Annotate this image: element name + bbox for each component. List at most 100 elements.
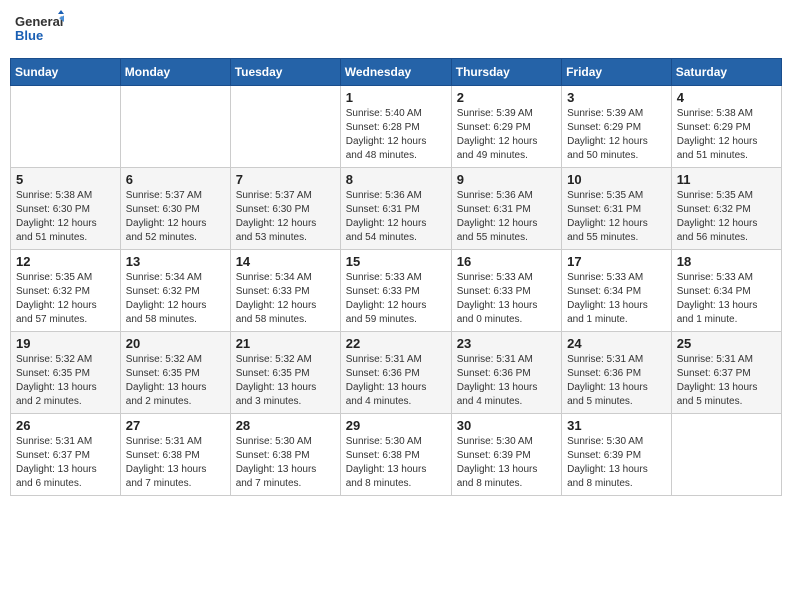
weekday-header: Thursday: [451, 59, 561, 86]
day-number: 21: [236, 336, 335, 351]
day-number: 1: [346, 90, 446, 105]
calendar-week-row: 26 Sunrise: 5:31 AMSunset: 6:37 PMDayligh…: [11, 414, 782, 496]
day-info: Sunrise: 5:40 AMSunset: 6:28 PMDaylight:…: [346, 107, 446, 163]
calendar-cell: 3 Sunrise: 5:39 AMSunset: 6:29 PMDaylight…: [562, 86, 672, 168]
calendar-cell: 9 Sunrise: 5:36 AMSunset: 6:31 PMDaylight…: [451, 168, 561, 250]
calendar-cell: 19 Sunrise: 5:32 AMSunset: 6:35 PMDayligh…: [11, 332, 121, 414]
day-info: Sunrise: 5:32 AMSunset: 6:35 PMDaylight:…: [126, 353, 225, 409]
calendar-cell: 18 Sunrise: 5:33 AMSunset: 6:34 PMDayligh…: [671, 250, 781, 332]
day-info: Sunrise: 5:31 AMSunset: 6:37 PMDaylight:…: [677, 353, 776, 409]
day-number: 5: [16, 172, 115, 187]
day-info: Sunrise: 5:31 AMSunset: 6:36 PMDaylight:…: [567, 353, 666, 409]
day-info: Sunrise: 5:34 AMSunset: 6:32 PMDaylight:…: [126, 271, 225, 327]
day-number: 28: [236, 418, 335, 433]
calendar-cell: 17Sunrise: 5:33 AMSunset: 6:34 PMDayligh…: [562, 250, 672, 332]
day-number: 24: [567, 336, 666, 351]
day-info: Sunrise: 5:33 AMSunset: 6:33 PMDaylight:…: [346, 271, 446, 327]
weekday-header: Sunday: [11, 59, 121, 86]
calendar-cell: 7 Sunrise: 5:37 AMSunset: 6:30 PMDaylight…: [230, 168, 340, 250]
day-number: 27: [126, 418, 225, 433]
day-info: Sunrise: 5:31 AMSunset: 6:38 PMDaylight:…: [126, 435, 225, 491]
calendar-cell: 25 Sunrise: 5:31 AMSunset: 6:37 PMDayligh…: [671, 332, 781, 414]
day-number: 20: [126, 336, 225, 351]
calendar-cell: 12Sunrise: 5:35 AMSunset: 6:32 PMDayligh…: [11, 250, 121, 332]
day-number: 16: [457, 254, 556, 269]
day-info: Sunrise: 5:32 AMSunset: 6:35 PMDaylight:…: [236, 353, 335, 409]
day-info: Sunrise: 5:30 AMSunset: 6:39 PMDaylight:…: [457, 435, 556, 491]
day-info: Sunrise: 5:37 AMSunset: 6:30 PMDaylight:…: [236, 189, 335, 245]
day-number: 7: [236, 172, 335, 187]
day-number: 8: [346, 172, 446, 187]
calendar-cell: 15 Sunrise: 5:33 AMSunset: 6:33 PMDayligh…: [340, 250, 451, 332]
day-info: Sunrise: 5:36 AMSunset: 6:31 PMDaylight:…: [346, 189, 446, 245]
day-number: 15: [346, 254, 446, 269]
day-info: Sunrise: 5:33 AMSunset: 6:34 PMDaylight:…: [677, 271, 776, 327]
day-info: Sunrise: 5:38 AMSunset: 6:30 PMDaylight:…: [16, 189, 115, 245]
day-info: Sunrise: 5:31 AMSunset: 6:36 PMDaylight:…: [346, 353, 446, 409]
day-info: Sunrise: 5:38 AMSunset: 6:29 PMDaylight:…: [677, 107, 776, 163]
day-number: 23: [457, 336, 556, 351]
day-number: 25: [677, 336, 776, 351]
calendar-cell: 4 Sunrise: 5:38 AMSunset: 6:29 PMDaylight…: [671, 86, 781, 168]
day-number: 13: [126, 254, 225, 269]
svg-text:Blue: Blue: [15, 28, 43, 43]
day-number: 22: [346, 336, 446, 351]
day-number: 11: [677, 172, 776, 187]
day-info: Sunrise: 5:31 AMSunset: 6:36 PMDaylight:…: [457, 353, 556, 409]
calendar-cell: 24 Sunrise: 5:31 AMSunset: 6:36 PMDayligh…: [562, 332, 672, 414]
calendar-cell: 26 Sunrise: 5:31 AMSunset: 6:37 PMDayligh…: [11, 414, 121, 496]
day-number: 10: [567, 172, 666, 187]
day-number: 4: [677, 90, 776, 105]
calendar-cell: [120, 86, 230, 168]
day-info: Sunrise: 5:35 AMSunset: 6:32 PMDaylight:…: [677, 189, 776, 245]
day-info: Sunrise: 5:31 AMSunset: 6:37 PMDaylight:…: [16, 435, 115, 491]
weekday-header: Tuesday: [230, 59, 340, 86]
day-info: Sunrise: 5:32 AMSunset: 6:35 PMDaylight:…: [16, 353, 115, 409]
day-number: 26: [16, 418, 115, 433]
calendar-table: SundayMondayTuesdayWednesdayThursdayFrid…: [10, 58, 782, 496]
day-number: 18: [677, 254, 776, 269]
calendar-cell: 20 Sunrise: 5:32 AMSunset: 6:35 PMDayligh…: [120, 332, 230, 414]
day-info: Sunrise: 5:36 AMSunset: 6:31 PMDaylight:…: [457, 189, 556, 245]
day-info: Sunrise: 5:37 AMSunset: 6:30 PMDaylight:…: [126, 189, 225, 245]
day-info: Sunrise: 5:39 AMSunset: 6:29 PMDaylight:…: [457, 107, 556, 163]
weekday-header-row: SundayMondayTuesdayWednesdayThursdayFrid…: [11, 59, 782, 86]
weekday-header: Wednesday: [340, 59, 451, 86]
calendar-cell: 23 Sunrise: 5:31 AMSunset: 6:36 PMDayligh…: [451, 332, 561, 414]
calendar-cell: 10Sunrise: 5:35 AMSunset: 6:31 PMDayligh…: [562, 168, 672, 250]
calendar-cell: 27 Sunrise: 5:31 AMSunset: 6:38 PMDayligh…: [120, 414, 230, 496]
calendar-cell: 31Sunrise: 5:30 AMSunset: 6:39 PMDayligh…: [562, 414, 672, 496]
day-info: Sunrise: 5:39 AMSunset: 6:29 PMDaylight:…: [567, 107, 666, 163]
calendar-cell: 29 Sunrise: 5:30 AMSunset: 6:38 PMDayligh…: [340, 414, 451, 496]
calendar-week-row: 5 Sunrise: 5:38 AMSunset: 6:30 PMDaylight…: [11, 168, 782, 250]
calendar-cell: [11, 86, 121, 168]
page-header: General Blue: [10, 10, 782, 50]
calendar-cell: 8 Sunrise: 5:36 AMSunset: 6:31 PMDaylight…: [340, 168, 451, 250]
calendar-cell: 14Sunrise: 5:34 AMSunset: 6:33 PMDayligh…: [230, 250, 340, 332]
day-number: 3: [567, 90, 666, 105]
day-number: 29: [346, 418, 446, 433]
weekday-header: Saturday: [671, 59, 781, 86]
day-number: 2: [457, 90, 556, 105]
weekday-header: Friday: [562, 59, 672, 86]
logo-graphic: General Blue: [14, 10, 64, 50]
calendar-cell: 11 Sunrise: 5:35 AMSunset: 6:32 PMDayligh…: [671, 168, 781, 250]
calendar-cell: [671, 414, 781, 496]
calendar-cell: 21 Sunrise: 5:32 AMSunset: 6:35 PMDayligh…: [230, 332, 340, 414]
day-number: 19: [16, 336, 115, 351]
weekday-header: Monday: [120, 59, 230, 86]
day-number: 9: [457, 172, 556, 187]
calendar-cell: 2 Sunrise: 5:39 AMSunset: 6:29 PMDaylight…: [451, 86, 561, 168]
logo: General Blue: [14, 10, 64, 50]
calendar-cell: 5 Sunrise: 5:38 AMSunset: 6:30 PMDaylight…: [11, 168, 121, 250]
day-info: Sunrise: 5:33 AMSunset: 6:33 PMDaylight:…: [457, 271, 556, 327]
day-number: 12: [16, 254, 115, 269]
day-info: Sunrise: 5:30 AMSunset: 6:38 PMDaylight:…: [346, 435, 446, 491]
day-number: 30: [457, 418, 556, 433]
calendar-cell: 6Sunrise: 5:37 AMSunset: 6:30 PMDaylight…: [120, 168, 230, 250]
logo-svg: General Blue: [14, 10, 64, 50]
day-info: Sunrise: 5:30 AMSunset: 6:39 PMDaylight:…: [567, 435, 666, 491]
svg-text:General: General: [15, 14, 63, 29]
calendar-week-row: 19 Sunrise: 5:32 AMSunset: 6:35 PMDayligh…: [11, 332, 782, 414]
calendar-cell: 28Sunrise: 5:30 AMSunset: 6:38 PMDayligh…: [230, 414, 340, 496]
